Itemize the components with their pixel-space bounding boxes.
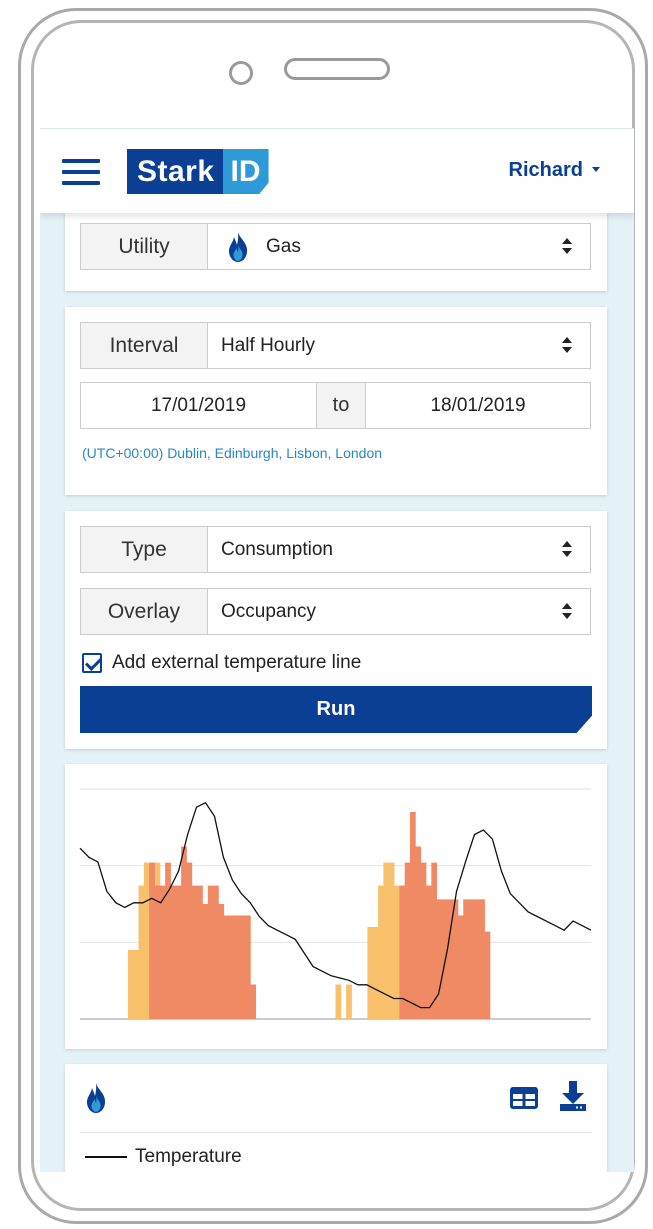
date-from-input[interactable]: 17/01/2019 <box>81 383 316 428</box>
consumption-bar <box>484 931 491 1019</box>
caret-down-icon <box>592 166 600 172</box>
app-screen: Stark ID Richard Utility Gas Interval Ha… <box>40 128 634 1172</box>
consumption-bar <box>165 862 171 1019</box>
consumption-bar <box>245 915 251 1019</box>
consumption-bar <box>250 984 257 1019</box>
consumption-bar <box>415 846 422 1019</box>
consumption-bar <box>479 899 485 1019</box>
type-value: Consumption <box>221 538 333 560</box>
user-menu-button[interactable]: Richard <box>509 159 600 182</box>
overlay-select[interactable]: Occupancy <box>208 589 590 634</box>
consumption-bar <box>239 915 246 1019</box>
consumption-chart[interactable] <box>65 764 607 1049</box>
utility-select[interactable]: Gas <box>208 224 590 269</box>
consumption-bar <box>229 915 235 1019</box>
occupancy-bar <box>143 862 150 1019</box>
occupancy-bar <box>367 927 374 1019</box>
overlay-field: Overlay Occupancy <box>80 588 591 635</box>
legend-card: Temperature <box>65 1064 607 1172</box>
temperature-checkbox[interactable] <box>82 653 102 673</box>
consumption-bar <box>149 862 155 1019</box>
overlay-value: Occupancy <box>221 600 317 622</box>
temperature-checkbox-row[interactable]: Add external temperature line <box>82 652 361 674</box>
consumption-bar <box>218 904 225 1019</box>
occupancy-bar <box>133 950 139 1019</box>
download-icon[interactable] <box>559 1080 587 1112</box>
interval-label: Interval <box>81 323 208 368</box>
legend-temperature-label: Temperature <box>135 1146 242 1167</box>
type-card: Type Consumption Overlay Occupancy Add e… <box>65 511 607 749</box>
logo-id-text: ID <box>222 149 269 194</box>
consumption-bar <box>154 885 161 1019</box>
utility-label: Utility <box>81 224 208 269</box>
consumption-bar <box>463 899 469 1019</box>
legend-toolbar <box>85 1080 587 1116</box>
logo-stark-text: Stark <box>127 149 223 194</box>
consumption-bar <box>234 915 241 1019</box>
select-updown-icon <box>562 337 572 355</box>
consumption-bar <box>186 862 193 1019</box>
speaker-grille <box>284 58 390 80</box>
select-updown-icon <box>562 541 572 559</box>
user-name: Richard <box>508 159 583 181</box>
occupancy-bar <box>127 950 134 1019</box>
consumption-bar <box>452 899 459 1019</box>
select-updown-icon <box>562 238 572 256</box>
chart-card <box>65 764 607 1049</box>
table-icon[interactable] <box>509 1086 539 1110</box>
type-field: Type Consumption <box>80 526 591 573</box>
temperature-checkbox-label: Add external temperature line <box>112 652 362 673</box>
consumption-bar <box>457 915 464 1019</box>
type-label: Type <box>81 527 208 572</box>
date-range: 17/01/2019 to 18/01/2019 <box>80 382 591 429</box>
consumption-bar <box>425 885 432 1019</box>
consumption-bar <box>191 885 198 1019</box>
consumption-bar <box>175 885 182 1019</box>
utility-field: Utility Gas <box>80 223 591 270</box>
interval-field: Interval Half Hourly <box>80 322 591 369</box>
consumption-bar <box>223 915 230 1019</box>
occupancy-bar <box>372 927 379 1019</box>
stark-id-logo[interactable]: Stark ID <box>127 149 269 194</box>
top-navbar: Stark ID Richard <box>40 129 634 213</box>
run-button[interactable]: Run <box>80 686 592 733</box>
date-to-input[interactable]: 18/01/2019 <box>366 383 590 428</box>
select-updown-icon <box>562 603 572 621</box>
camera-icon <box>229 61 253 85</box>
consumption-bar <box>473 899 480 1019</box>
legend-temperature[interactable]: Temperature <box>85 1146 242 1168</box>
interval-value: Half Hourly <box>221 334 315 356</box>
utility-value: Gas <box>266 235 301 257</box>
consumption-bar <box>431 862 438 1019</box>
gas-flame-icon <box>228 231 248 262</box>
type-select[interactable]: Consumption <box>208 527 590 572</box>
date-separator: to <box>316 383 366 428</box>
occupancy-bar <box>335 984 342 1019</box>
consumption-bar <box>207 885 214 1019</box>
timezone-label[interactable]: (UTC+00:00) Dublin, Edinburgh, Lisbon, L… <box>82 445 382 461</box>
consumption-bar <box>170 885 177 1019</box>
legend-divider <box>80 1132 592 1133</box>
consumption-bar <box>420 862 427 1019</box>
consumption-bar <box>404 862 411 1019</box>
consumption-bar <box>468 899 475 1019</box>
consumption-bar <box>410 812 416 1019</box>
occupancy-bar <box>346 984 352 1019</box>
interval-card: Interval Half Hourly 17/01/2019 to 18/01… <box>65 307 607 495</box>
consumption-bar <box>202 904 209 1019</box>
hamburger-menu-icon[interactable] <box>62 159 100 185</box>
consumption-bar <box>436 899 443 1019</box>
gas-flame-icon <box>86 1083 106 1113</box>
overlay-label: Overlay <box>81 589 208 634</box>
consumption-bar <box>197 885 203 1019</box>
consumption-bar <box>181 846 187 1019</box>
consumption-bar <box>213 885 219 1019</box>
occupancy-bar <box>388 862 395 1019</box>
occupancy-bar <box>378 885 384 1019</box>
occupancy-bar <box>138 885 145 1019</box>
interval-select[interactable]: Half Hourly <box>208 323 590 368</box>
legend-line-swatch <box>85 1156 127 1158</box>
consumption-bar <box>159 885 166 1019</box>
